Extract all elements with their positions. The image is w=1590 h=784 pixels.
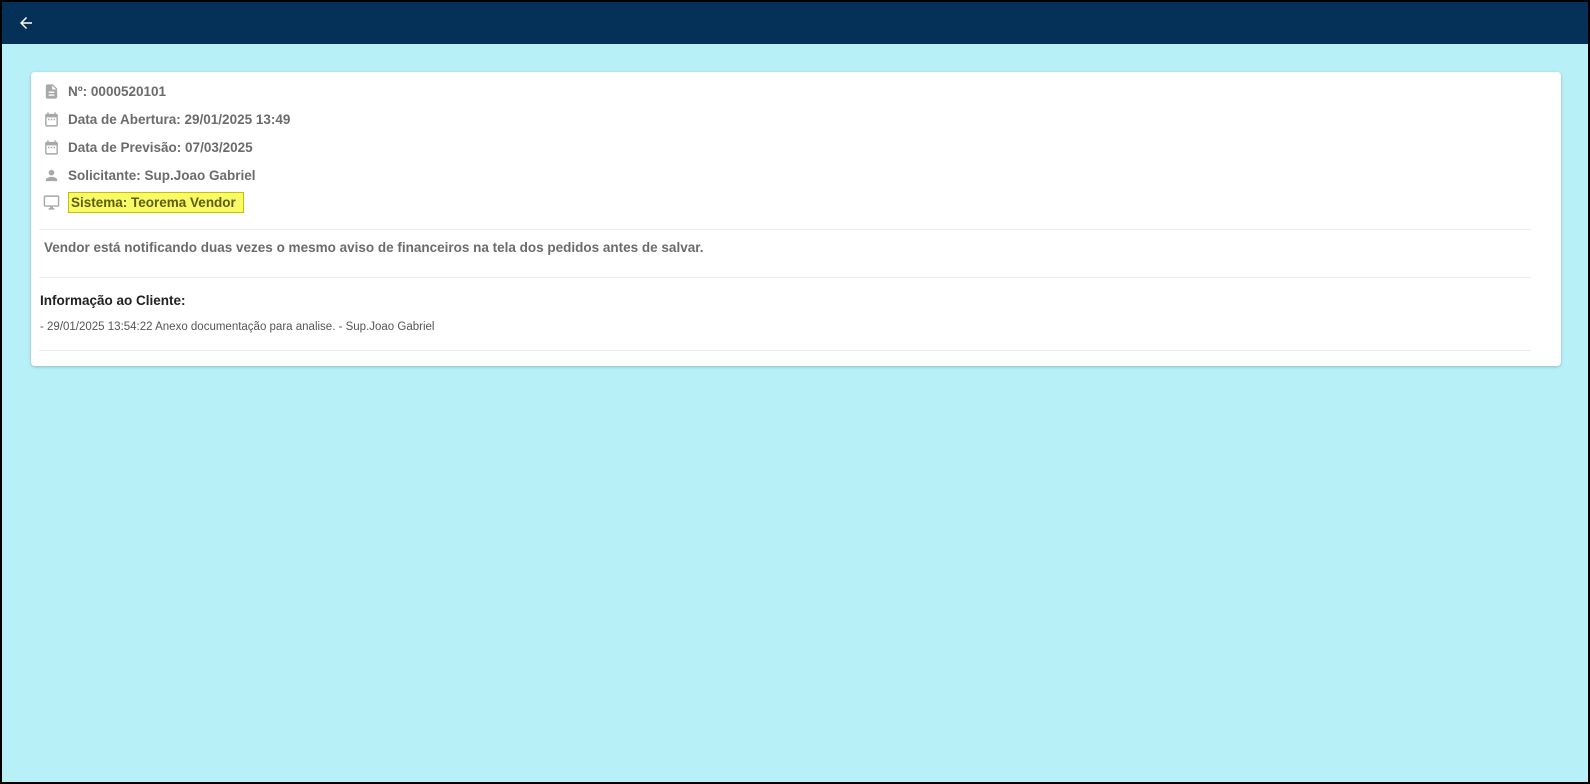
system-highlighted: Sistema: Teorema Vendor xyxy=(68,191,244,213)
requester: Solicitante: Sup.Joao Gabriel xyxy=(68,167,256,183)
divider xyxy=(39,229,1531,230)
monitor-icon xyxy=(41,192,61,212)
opened-date: Data de Abertura: 29/01/2025 13:49 xyxy=(68,111,291,127)
app-window: Nº: 0000520101 Data de Abertura: 29/01/2… xyxy=(0,0,1590,784)
person-icon xyxy=(41,165,61,185)
client-info-title: Informação ao Cliente: xyxy=(40,293,186,308)
arrow-left-icon xyxy=(20,17,32,29)
forecast-date: Data de Previsão: 07/03/2025 xyxy=(68,139,253,155)
ticket-card: Nº: 0000520101 Data de Abertura: 29/01/2… xyxy=(31,72,1561,366)
divider xyxy=(39,277,1531,278)
top-app-bar xyxy=(2,2,1588,44)
opened-date-row: Data de Abertura: 29/01/2025 13:49 xyxy=(41,108,290,130)
calendar-icon xyxy=(41,109,61,129)
system-row: Sistema: Teorema Vendor xyxy=(41,191,244,213)
requester-row: Solicitante: Sup.Joao Gabriel xyxy=(41,164,256,186)
calendar-icon xyxy=(41,137,61,157)
document-icon xyxy=(41,81,61,101)
ticket-description: Vendor está notificando duas vezes o mes… xyxy=(44,240,704,255)
ticket-number: Nº: 0000520101 xyxy=(68,83,167,99)
ticket-number-row: Nº: 0000520101 xyxy=(41,80,166,102)
forecast-date-row: Data de Previsão: 07/03/2025 xyxy=(41,136,253,158)
back-button[interactable] xyxy=(14,11,38,35)
divider xyxy=(39,350,1531,351)
client-info-entry: - 29/01/2025 13:54:22 Anexo documentação… xyxy=(40,321,435,333)
